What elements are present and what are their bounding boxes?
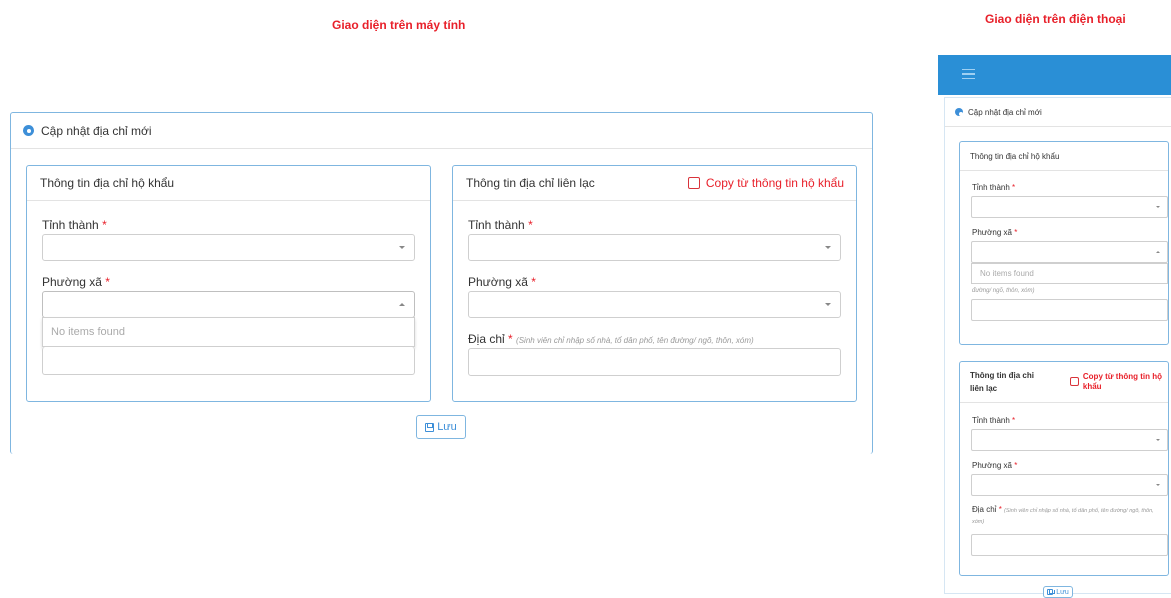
mobile-province-label: Tỉnh thành * <box>972 183 1016 192</box>
chevron-down-icon <box>1156 439 1160 441</box>
mobile-navbar <box>938 55 1171 95</box>
mobile-contact-address-label: Địa chỉ * (Sinh viên chỉ nhập số nhà, tổ… <box>972 505 1154 525</box>
province-select[interactable] <box>42 234 415 261</box>
desktop-form-card: Cập nhật địa chỉ mới Thông tin địa chỉ h… <box>10 112 873 454</box>
contact-address-input[interactable] <box>468 348 841 376</box>
gear-icon <box>955 108 963 116</box>
chevron-down-icon <box>825 245 831 249</box>
contact-ward-label: Phường xã * <box>468 275 536 289</box>
mobile-form-header: Cập nhật địa chỉ mới <box>945 98 1171 127</box>
ward-label: Phường xã * <box>42 275 110 289</box>
mobile-household-panel: Thông tin địa chỉ hộ khẩu Tỉnh thành * P… <box>959 141 1169 345</box>
save-button[interactable]: Lưu <box>416 415 466 439</box>
chevron-down-icon <box>1156 484 1160 486</box>
contact-panel-header: Thông tin địa chỉ liên lạc Copy từ thông… <box>453 166 856 201</box>
contact-address-panel: Thông tin địa chỉ liên lạc Copy từ thông… <box>452 165 857 402</box>
ward-dropdown-empty: No items found <box>42 317 415 347</box>
household-address-panel: Thông tin địa chỉ hộ khẩu Tỉnh thành * P… <box>26 165 431 402</box>
mobile-contact-ward-select[interactable] <box>971 474 1168 496</box>
mobile-save-label: Lưu <box>1056 588 1069 596</box>
chevron-up-icon <box>1156 251 1160 253</box>
mobile-save-button[interactable]: Lưu <box>1043 586 1073 598</box>
mobile-form-title: Cập nhật địa chỉ mới <box>968 107 1042 117</box>
mobile-address-hint-tail: đường/ ngõ, thôn, xóm) <box>972 288 1035 294</box>
mobile-copy-label: Copy từ thông tin hộ khẩu <box>1082 372 1162 391</box>
chevron-down-icon <box>825 302 831 306</box>
contact-province-select[interactable] <box>468 234 841 261</box>
checkbox-icon[interactable] <box>687 177 700 189</box>
mobile-household-address-input[interactable] <box>971 299 1168 321</box>
menu-icon[interactable] <box>962 69 975 79</box>
mobile-contact-title: Thông tin địa chỉ liên lạc <box>970 371 1034 393</box>
copy-label: Copy từ thông tin hộ khẩu <box>705 176 844 190</box>
mobile-household-header: Thông tin địa chỉ hộ khẩu <box>960 142 1168 171</box>
household-address-input[interactable] <box>42 347 415 375</box>
form-title: Cập nhật địa chỉ mới <box>41 123 152 138</box>
copy-from-household-checkbox[interactable]: Copy từ thông tin hộ khẩu <box>687 176 844 190</box>
mobile-ward-select[interactable] <box>971 241 1168 263</box>
ward-select[interactable] <box>42 291 415 318</box>
address-hint: (Sinh viên chỉ nhập số nhà, tổ dân phố, … <box>516 336 754 345</box>
mobile-caption: Giao diện trên điện thoại <box>985 12 1126 26</box>
mobile-household-title: Thông tin địa chỉ hộ khẩu <box>970 151 1060 161</box>
mobile-contact-province-select[interactable] <box>971 429 1168 451</box>
mobile-form-card: Cập nhật địa chỉ mới Thông tin địa chỉ h… <box>944 97 1171 598</box>
mobile-contact-address-input[interactable] <box>971 534 1168 556</box>
mobile-contact-ward-label: Phường xã * <box>972 461 1018 470</box>
mobile-ward-dropdown-empty: No items found <box>971 263 1168 284</box>
household-panel-header: Thông tin địa chỉ hộ khẩu <box>27 166 430 201</box>
save-label: Lưu <box>437 421 457 433</box>
mobile-province-select[interactable] <box>971 196 1168 218</box>
mobile-contact-panel: Thông tin địa chỉ liên lạc Copy từ thông… <box>959 361 1169 576</box>
province-label: Tỉnh thành * <box>42 218 107 232</box>
contact-panel-title: Thông tin địa chỉ liên lạc <box>466 176 595 190</box>
mobile-contact-header: Thông tin địa chỉ liên lạc Copy từ thông… <box>960 362 1168 403</box>
save-icon <box>425 422 435 432</box>
chevron-down-icon <box>1156 206 1160 208</box>
contact-ward-select[interactable] <box>468 291 841 318</box>
contact-province-label: Tỉnh thành * <box>468 218 533 232</box>
mobile-copy-checkbox[interactable]: Copy từ thông tin hộ khẩu <box>1069 372 1162 392</box>
desktop-caption: Giao diện trên máy tính <box>332 18 466 32</box>
mobile-contact-province-label: Tỉnh thành * <box>972 416 1016 425</box>
save-icon <box>1047 589 1056 595</box>
contact-address-label: Địa chỉ * (Sinh viên chỉ nhập số nhà, tổ… <box>468 332 754 346</box>
mobile-ward-label: Phường xã * <box>972 228 1018 237</box>
checkbox-icon[interactable] <box>1069 377 1079 386</box>
chevron-up-icon <box>399 302 405 306</box>
chevron-down-icon <box>399 245 405 249</box>
gear-icon <box>23 125 34 136</box>
form-header: Cập nhật địa chỉ mới <box>11 113 872 149</box>
household-panel-title: Thông tin địa chỉ hộ khẩu <box>40 176 175 190</box>
